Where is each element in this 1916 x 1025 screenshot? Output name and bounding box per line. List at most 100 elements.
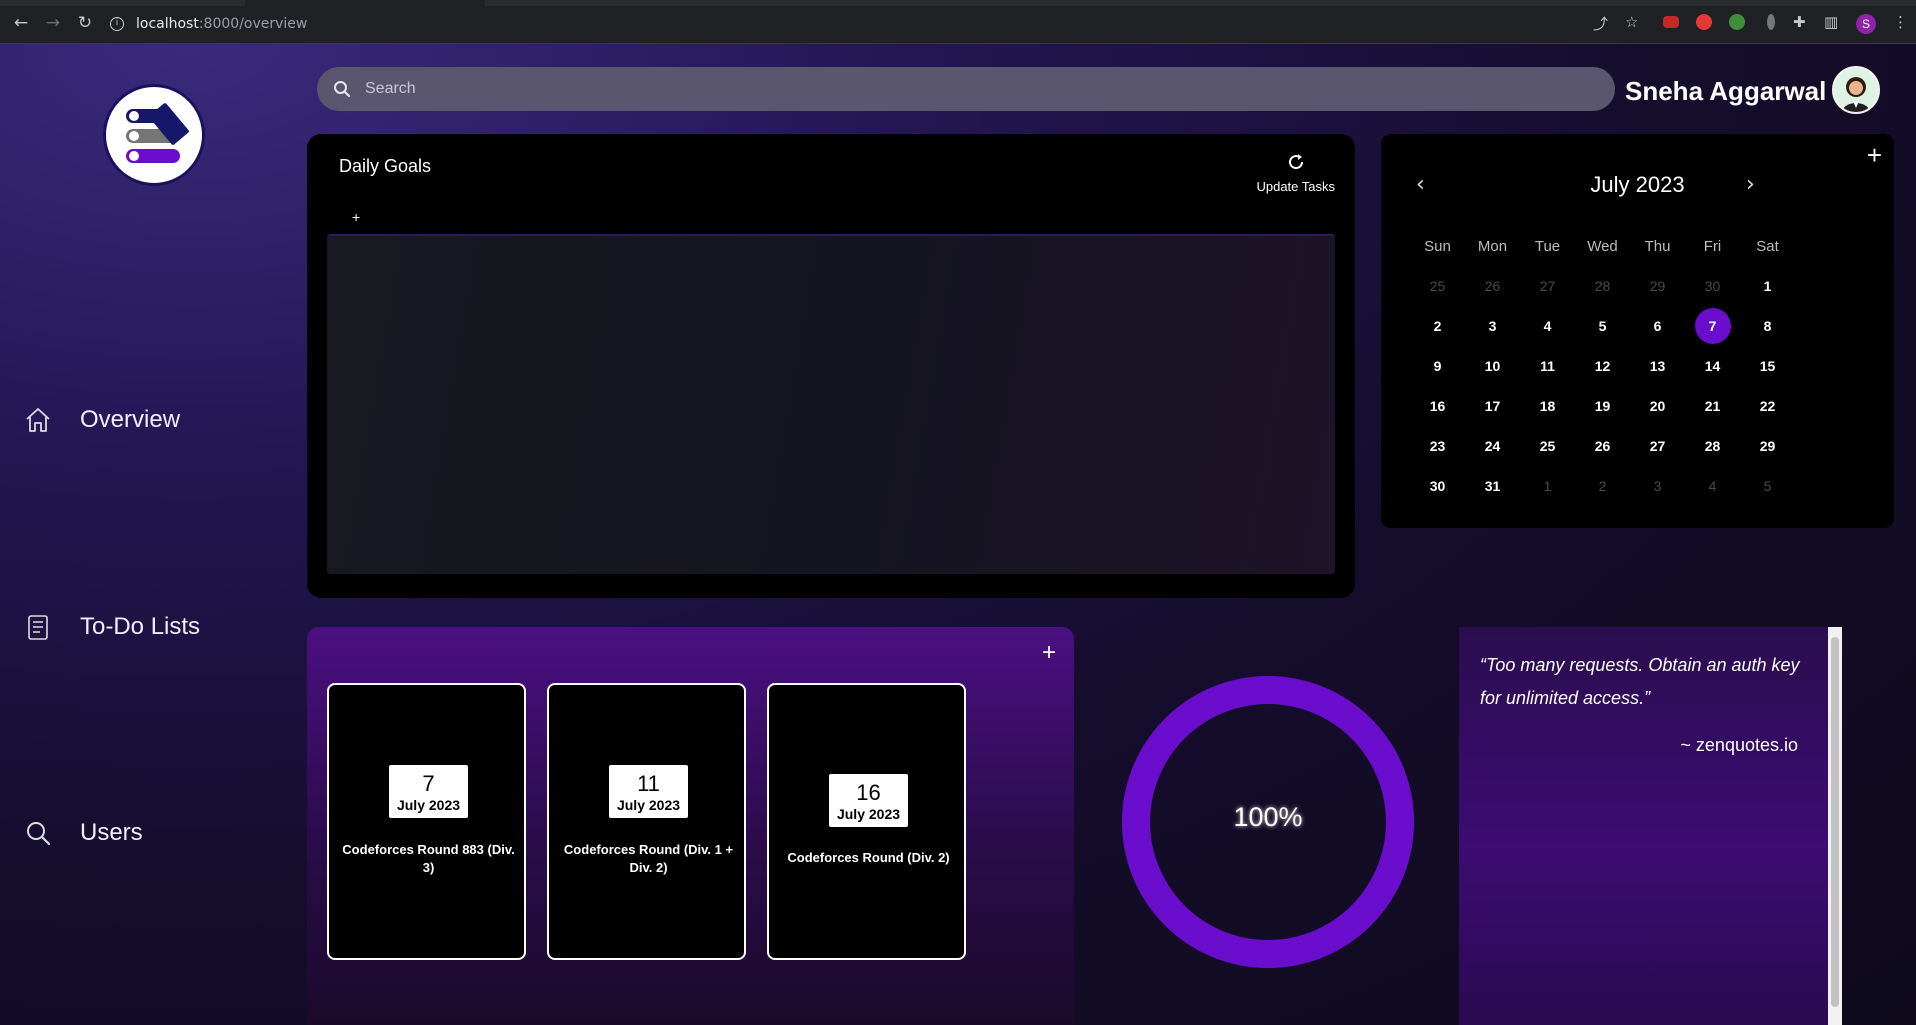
calendar-day[interactable]: 27 <box>1630 438 1685 454</box>
calendar-day[interactable]: 31 <box>1465 478 1520 494</box>
calendar-day[interactable]: 15 <box>1740 358 1795 374</box>
contest-card[interactable]: 11 July 2023 Codeforces Round (Div. 1 + … <box>547 683 746 960</box>
refresh-icon <box>1288 154 1303 170</box>
calendar-day[interactable]: 29 <box>1740 438 1795 454</box>
calendar-day[interactable]: 30 <box>1685 278 1740 294</box>
calendar-day[interactable]: 14 <box>1685 358 1740 374</box>
calendar-day-number: 16 <box>1429 398 1446 414</box>
sidebar-item-label: Overview <box>80 406 181 433</box>
calendar-day[interactable]: 11 <box>1520 358 1575 374</box>
add-goal-button[interactable]: + <box>352 209 360 225</box>
calendar-day[interactable]: 12 <box>1575 358 1630 374</box>
calendar-day[interactable]: 28 <box>1685 438 1740 454</box>
share-icon[interactable]: ⤴ <box>1593 13 1608 34</box>
calendar-day[interactable]: 24 <box>1465 438 1520 454</box>
calendar-day[interactable]: 9 <box>1410 358 1465 374</box>
prev-month-button[interactable]: ‹ <box>1416 172 1425 197</box>
weekday-label: Mon <box>1477 237 1508 255</box>
calendar-day[interactable]: 2 <box>1575 478 1630 494</box>
calendar-day-number: 30 <box>1429 478 1446 494</box>
calendar-day[interactable]: 4 <box>1520 318 1575 334</box>
calendar-day[interactable]: 25 <box>1410 278 1465 294</box>
calendar-day[interactable]: 2 <box>1410 318 1465 334</box>
calendar-day-number: 2 <box>1433 318 1442 334</box>
calendar-day[interactable]: 3 <box>1465 318 1520 334</box>
calendar-day[interactable]: 28 <box>1575 278 1630 294</box>
contest-date-badge: 7 July 2023 <box>389 765 468 818</box>
calendar-day[interactable]: 8 <box>1740 318 1795 334</box>
calendar-day[interactable]: 3 <box>1630 478 1685 494</box>
add-contest-button[interactable]: + <box>1042 639 1056 667</box>
calendar-day-number: 27 <box>1539 278 1556 294</box>
tab-active[interactable] <box>245 0 485 6</box>
quote-panel: “Too many requests. Obtain an auth key f… <box>1459 627 1842 1025</box>
sidebar-item-overview[interactable]: Overview <box>24 406 180 434</box>
weekday-label: Sat <box>1756 237 1779 255</box>
calendar-day[interactable]: 13 <box>1630 358 1685 374</box>
search-input[interactable]: Search <box>317 67 1615 111</box>
calendar-day-number: 4 <box>1708 478 1717 494</box>
search-icon <box>27 822 51 846</box>
calendar-day[interactable]: 4 <box>1685 478 1740 494</box>
sidebar-item-users[interactable]: Users <box>24 819 143 847</box>
calendar-day[interactable]: 26 <box>1465 278 1520 294</box>
calendar-day[interactable]: 17 <box>1465 398 1520 414</box>
calendar-day[interactable]: 10 <box>1465 358 1520 374</box>
contest-card[interactable]: 7 July 2023 Codeforces Round 883 (Div. 3… <box>327 683 526 960</box>
contests-panel: + 7 July 2023 Codeforces Round 883 (Div.… <box>307 627 1074 1025</box>
next-month-button[interactable]: › <box>1746 172 1755 197</box>
calendar-day[interactable]: 23 <box>1410 438 1465 454</box>
contest-name: Codeforces Round (Div. 2) <box>787 850 950 865</box>
back-icon[interactable]: ← <box>12 14 30 32</box>
side-panel-icon[interactable]: ▥ <box>1824 13 1838 31</box>
calendar-day[interactable]: 16 <box>1410 398 1465 414</box>
search-icon <box>334 81 351 98</box>
quote-scrollbar-thumb[interactable] <box>1831 637 1839 1007</box>
quote-scrollbar[interactable] <box>1828 627 1842 1025</box>
address-bar[interactable]: i localhost:8000/overview <box>110 11 1610 37</box>
extension-tree-icon[interactable] <box>1729 14 1745 30</box>
calendar-day[interactable]: 22 <box>1740 398 1795 414</box>
calendar-day[interactable]: 18 <box>1520 398 1575 414</box>
calendar-day-number: 23 <box>1429 438 1446 454</box>
contest-date-badge: 16 July 2023 <box>829 774 908 827</box>
calendar-day-number: 25 <box>1429 278 1446 294</box>
calendar-day-number: 8 <box>1763 318 1772 334</box>
update-tasks-button[interactable]: Update Tasks <box>1256 152 1335 194</box>
add-event-button[interactable]: + <box>1867 140 1882 171</box>
calendar-day-selected[interactable]: 7 <box>1685 308 1740 344</box>
calendar-day[interactable]: 5 <box>1575 318 1630 334</box>
extensions-puzzle-icon[interactable]: ✚ <box>1793 13 1806 31</box>
calendar-day[interactable]: 21 <box>1685 398 1740 414</box>
extension-red-icon[interactable] <box>1663 16 1679 28</box>
calendar-day-number: 28 <box>1704 438 1721 454</box>
user-avatar[interactable] <box>1832 66 1880 114</box>
calendar-day[interactable]: 20 <box>1630 398 1685 414</box>
calendar-day-number: 27 <box>1649 438 1666 454</box>
calendar-day[interactable]: 1 <box>1520 478 1575 494</box>
calendar-weekday-header: Sun Mon Tue Wed Thu Fri Sat <box>1410 226 1795 266</box>
calendar-day-number: 22 <box>1759 398 1776 414</box>
calendar-day[interactable]: 25 <box>1520 438 1575 454</box>
extension-shield-icon[interactable] <box>1696 14 1712 30</box>
bookmark-star-icon[interactable]: ☆ <box>1625 13 1638 31</box>
extension-grey-icon[interactable] <box>1767 14 1775 30</box>
search-placeholder: Search <box>365 80 416 97</box>
calendar-day[interactable]: 5 <box>1740 478 1795 494</box>
calendar-day[interactable]: 6 <box>1630 318 1685 334</box>
calendar-day[interactable]: 30 <box>1410 478 1465 494</box>
calendar-day[interactable]: 29 <box>1630 278 1685 294</box>
site-info-icon[interactable]: i <box>110 17 124 31</box>
calendar-day[interactable]: 26 <box>1575 438 1630 454</box>
profile-avatar[interactable]: S <box>1856 14 1876 34</box>
calendar-day[interactable]: 1 <box>1740 278 1795 294</box>
contest-card[interactable]: 16 July 2023 Codeforces Round (Div. 2) <box>767 683 966 960</box>
calendar-day[interactable]: 19 <box>1575 398 1630 414</box>
sidebar-item-todo-lists[interactable]: To-Do Lists <box>24 613 200 641</box>
forward-icon[interactable]: → <box>44 14 62 32</box>
reload-icon[interactable]: ↻ <box>76 14 94 32</box>
calendar-day-number: 19 <box>1594 398 1611 414</box>
menu-kebab-icon[interactable]: ⋮ <box>1893 13 1908 31</box>
goals-list-area[interactable] <box>327 234 1335 574</box>
calendar-day[interactable]: 27 <box>1520 278 1575 294</box>
